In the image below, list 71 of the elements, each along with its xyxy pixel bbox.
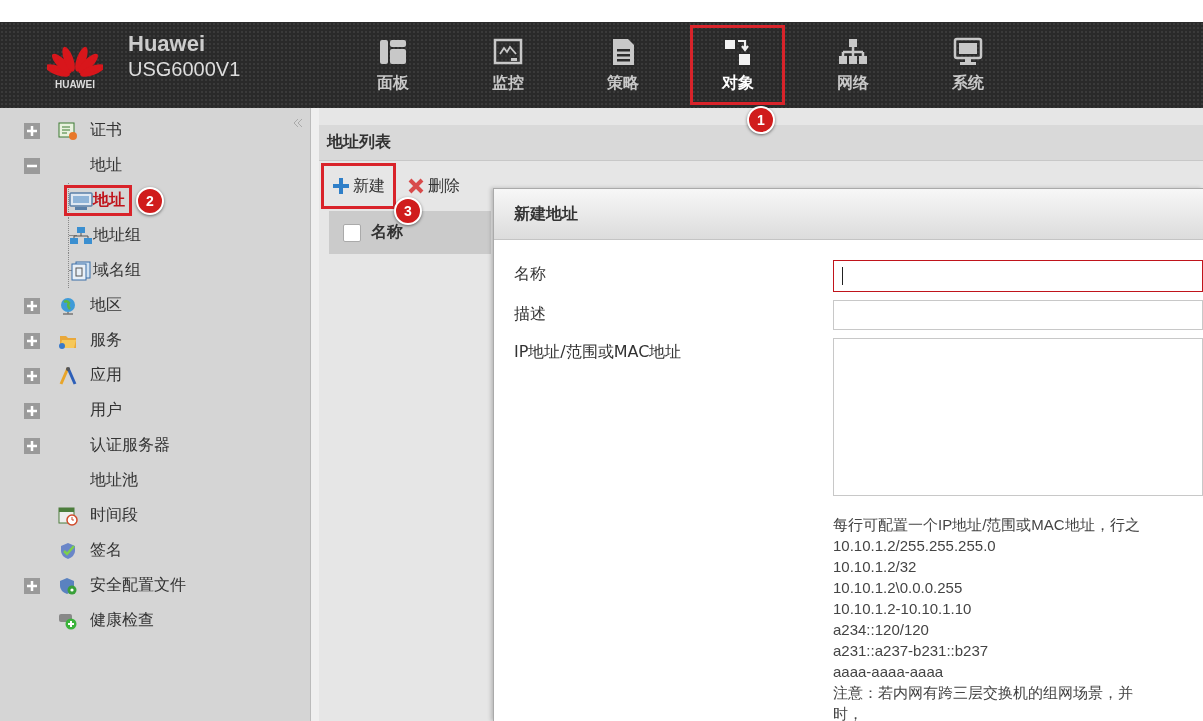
network-nodes-icon [69, 225, 93, 246]
input-field[interactable] [833, 260, 1203, 292]
chart-monitor-icon [492, 36, 523, 67]
plus-icon [332, 177, 350, 195]
hint-line: a231::a237-b231::b237 [833, 641, 990, 661]
hint-line: 10.10.1.2/32 [833, 557, 918, 577]
nav-tab[interactable]: 对象 [690, 25, 785, 105]
select-all-checkbox[interactable] [343, 223, 361, 242]
compass-tool-icon [58, 365, 78, 386]
stacked-pages-icon [69, 260, 93, 281]
delete-icon [407, 177, 425, 195]
sidebar-item[interactable]: 时间段 [90, 505, 138, 526]
sidebar-item[interactable]: 服务 [90, 330, 122, 351]
sidebar-item[interactable]: 证书 [90, 120, 122, 141]
network-icon [837, 36, 868, 67]
sidebar-item[interactable]: 安全配置文件 [90, 575, 186, 596]
shield-gear-icon [58, 575, 78, 596]
sidebar-item[interactable]: 用户 [90, 400, 122, 421]
nav-tab[interactable]: 系统 [920, 25, 1015, 105]
brand-name: Huawei [128, 31, 207, 57]
device-model: USG6000V1 [128, 57, 242, 81]
field-label: 名称 [514, 263, 547, 285]
collapse-toggle[interactable] [24, 157, 40, 174]
sidebar-item[interactable]: 地址池 [90, 470, 138, 491]
certificate-icon [58, 120, 78, 141]
callout-badge: 2 [136, 186, 164, 215]
expand-toggle[interactable] [24, 367, 40, 384]
hint-line: 10.10.1.2/255.255.255.0 [833, 536, 997, 556]
sidebar-item[interactable]: 域名组 [64, 255, 148, 286]
column-header[interactable]: 名称 [371, 222, 403, 243]
sidebar-item[interactable]: 地址 [90, 155, 122, 176]
expand-toggle[interactable] [24, 297, 40, 314]
hint-line: 10.10.1.2-10.10.1.10 [833, 599, 973, 619]
shield-check-icon [58, 540, 78, 561]
field-label: 描述 [514, 303, 547, 325]
sidebar-item[interactable]: 认证服务器 [90, 435, 170, 456]
sidebar-item[interactable]: 健康检查 [90, 610, 154, 631]
nav-tab[interactable]: 网络 [805, 25, 900, 105]
computer-icon [952, 36, 983, 67]
callout-badge: 3 [394, 197, 422, 225]
field-label: IP地址/范围或MAC地址 [514, 341, 683, 363]
calendar-clock-icon [58, 505, 78, 526]
expand-toggle[interactable] [24, 332, 40, 349]
hint-line: 时， [833, 704, 864, 721]
monitor-icon [69, 190, 93, 211]
sidebar-item[interactable]: 地址组 [64, 220, 148, 251]
logo-text: HUAWEI [55, 78, 95, 90]
sidebar-item[interactable]: 地区 [90, 295, 122, 316]
globe-icon [58, 295, 78, 316]
expand-toggle[interactable] [24, 122, 40, 139]
hint-line: 每行可配置一个IP地址/范围或MAC地址，行之 [833, 515, 1141, 535]
splitter-bar[interactable] [310, 108, 319, 721]
nav-tab[interactable]: 策略 [575, 25, 670, 105]
hint-line: aaaa-aaaa-aaaa [833, 662, 945, 682]
panel-title: 地址列表 [319, 125, 1203, 161]
hint-line: 注意：若内网有跨三层交换机的组网场景，并 [833, 683, 1134, 703]
hint-line: 10.10.1.2\0.0.0.255 [833, 578, 964, 598]
dialog-title: 新建地址 [494, 189, 1203, 240]
sidebar-item[interactable]: 应用 [90, 365, 122, 386]
expand-toggle[interactable] [24, 402, 40, 419]
textarea-field[interactable] [833, 338, 1203, 496]
new-button[interactable]: 新建 [321, 163, 396, 209]
expand-toggle[interactable] [24, 437, 40, 454]
sidebar-item[interactable]: 签名 [90, 540, 122, 561]
text-cursor [842, 267, 843, 285]
hint-line: a234::120/120 [833, 620, 930, 640]
nav-tab[interactable]: 监控 [460, 25, 555, 105]
collapse-icon[interactable] [292, 118, 304, 128]
expand-toggle[interactable] [24, 577, 40, 594]
nav-tab[interactable]: 面板 [345, 25, 440, 105]
sidebar-item[interactable]: 地址 [64, 185, 132, 216]
